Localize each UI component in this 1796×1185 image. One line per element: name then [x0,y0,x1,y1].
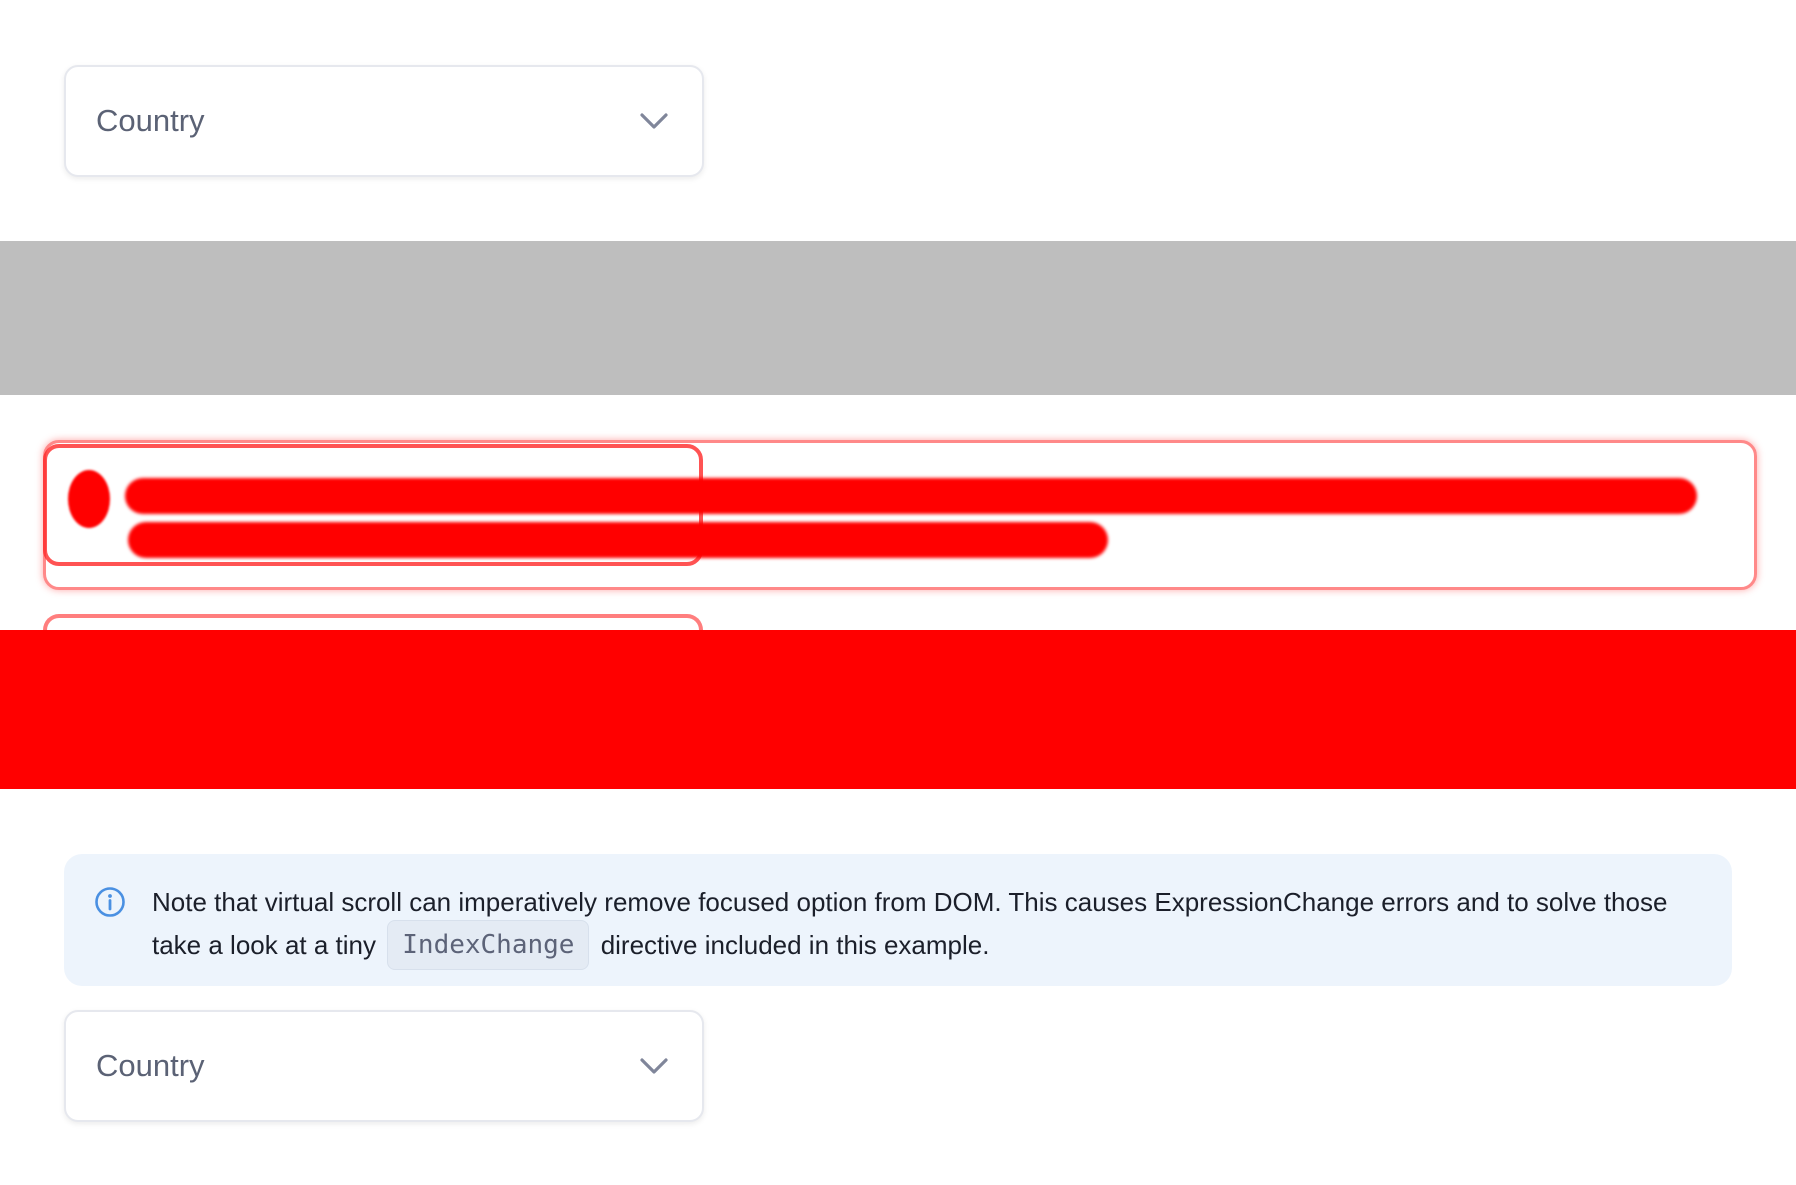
code-chip: IndexChange [387,920,590,970]
country-select-top[interactable]: Country [64,65,704,177]
chevron-down-icon [636,103,672,139]
country-select-placeholder: Country [96,103,205,138]
country-select-bottom[interactable]: Country [64,1010,704,1122]
gray-redaction-band [0,241,1796,395]
notice-text: Note that virtual scroll can imperativel… [152,882,1692,972]
red-redaction-band [0,630,1796,789]
chevron-down-icon [636,1048,672,1084]
top-panel: Country [0,0,1796,241]
redacted-text-line [125,478,1697,514]
notice-text-after: directive included in this example. [600,929,990,960]
info-icon [95,887,125,917]
redacted-icon [68,470,110,528]
redacted-text-line [128,522,1108,558]
page: Country Note that virtual scroll can imp… [0,0,1796,1185]
country-select-placeholder: Country [96,1048,205,1083]
info-notice: Note that virtual scroll can imperativel… [64,854,1732,986]
